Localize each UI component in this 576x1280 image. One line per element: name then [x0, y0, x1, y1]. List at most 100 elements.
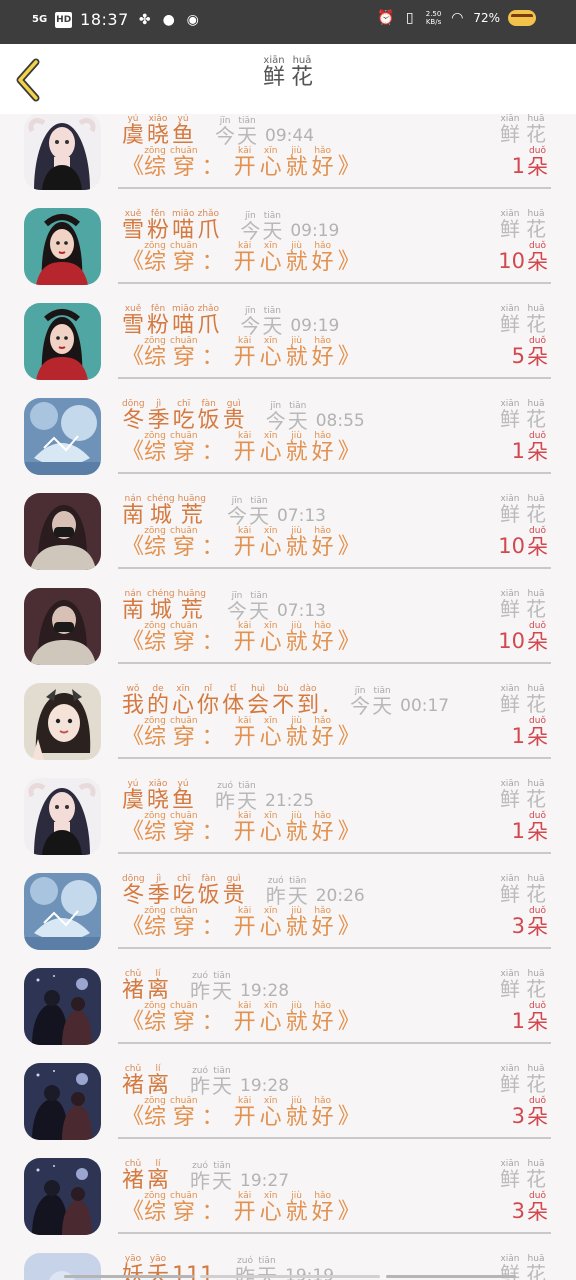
message-char: chuān 穿 [170, 811, 198, 844]
gift-row[interactable]: wǒ 我 de 的 xīn 心 nǐ 你 tǐ 体 huì 会 bù 不 dào 到 . jīn 今 tiān 天 00… [0, 664, 576, 760]
name-char: huāng 荒 [178, 494, 206, 527]
flower-count: 3 duǒ 朵 [512, 906, 548, 938]
duo-unit: duǒ 朵 [527, 431, 548, 463]
avatar[interactable] [24, 1063, 101, 1140]
flower-char: xiān 鲜 [500, 684, 520, 715]
hanzi: 鲜 [500, 692, 520, 716]
hanzi: 鲜 [500, 1072, 520, 1096]
hanzi: 今 [226, 599, 247, 624]
hanzi: 花 [526, 502, 546, 526]
sender-name: wǒ 我 de 的 xīn 心 nǐ 你 tǐ 体 huì 会 bù 不 dào 到 . [122, 684, 332, 717]
avatar[interactable] [24, 683, 101, 760]
hanzi: 花 [526, 1072, 546, 1096]
avatar[interactable] [24, 208, 101, 285]
avatar[interactable] [24, 1158, 101, 1235]
hanzi: ： [201, 820, 224, 845]
hanzi: ： [201, 345, 224, 370]
gift-row[interactable]: dōng 冬 jì 季 chī 吃 fàn 饭 guì 贵 zuó 昨 tiān 天 20:26 《 zōng 综… [0, 854, 576, 950]
flower-count: 10 duǒ 朵 [498, 526, 548, 558]
gift-row[interactable]: nán 南 chéng 城 huāng 荒 jīn 今 tiān 天 07:13 《 zōng 综 chuā… [0, 474, 576, 570]
message-char: jiù 就 [286, 336, 308, 369]
hanzi: 季 [147, 883, 170, 908]
hanzi: 鲜 [500, 217, 520, 241]
flower-count: 1 duǒ 朵 [512, 716, 548, 748]
gift-row[interactable]: chǔ 褚 lí 离 zuó 昨 tiān 天 19:28 《 zōng 综 chuān 穿 ： kāi 开 x… [0, 1044, 576, 1140]
chat-bubble-icon: ● [162, 11, 175, 28]
gift-row[interactable]: yú 虞 xiǎo 晓 yú 鱼 zuó 昨 tiān 天 21:25 《 zōng 综 chuān 穿 ： k… [0, 759, 576, 855]
duo-unit: duǒ 朵 [527, 811, 548, 843]
hanzi: 鲜 [500, 122, 520, 146]
count-value: 5 [511, 344, 525, 369]
message-char: jiù 就 [286, 1191, 308, 1224]
name-char: chǔ 褚 [122, 1064, 144, 1097]
flower-char: xiān 鲜 [500, 969, 520, 1000]
day-char: zuó 昨 [190, 1066, 210, 1097]
gift-row[interactable]: dōng 冬 jì 季 chī 吃 fàn 饭 guì 贵 jīn 今 tiān 天 08:55 《 zōng 综… [0, 379, 576, 475]
gift-row[interactable]: chǔ 褚 lí 离 zuó 昨 tiān 天 19:28 《 zōng 综 chuān 穿 ： kāi 开 x… [0, 949, 576, 1045]
hanzi: 喵 [172, 313, 195, 338]
avatar[interactable] [24, 588, 101, 665]
quote-open: 《 [122, 154, 145, 180]
sender-name: chǔ 褚 lí 离 [122, 969, 172, 1002]
hanzi: 褚 [122, 1168, 145, 1193]
app-notification-icon: ◉ [186, 11, 199, 28]
hanzi: 穿 [172, 1105, 195, 1130]
gift-row[interactable]: xuě 雪 fěn 粉 miāo 喵 zhǎo 爪 jīn 今 tiān 天 09:19 《 zōng 综 ch… [0, 284, 576, 380]
avatar[interactable] [24, 398, 101, 475]
nav-indicator-center[interactable] [200, 1275, 380, 1278]
hanzi: 朵 [527, 1200, 548, 1224]
gift-row[interactable]: chǔ 褚 lí 离 zuó 昨 tiān 天 19:27 《 zōng 综 chuān 穿 ： kāi 开 x… [0, 1139, 576, 1235]
hanzi: 朵 [527, 155, 548, 179]
gift-row[interactable]: xuě 雪 fěn 粉 miāo 喵 zhǎo 爪 jīn 今 tiān 天 09:19 《 zōng 综 ch… [0, 189, 576, 285]
gift-message: 《 zōng 综 chuān 穿 ： kāi 开 xīn 心 jiù 就 hǎo 好》 [122, 1191, 360, 1224]
gift-row[interactable]: nán 南 chéng 城 huāng 荒 jīn 今 tiān 天 07:13 《 zōng 综 chuā… [0, 569, 576, 665]
net-speed-value: 2.50 [425, 10, 442, 18]
day-char: zuó 昨 [190, 1161, 210, 1192]
hanzi: 朵 [527, 725, 548, 749]
gift-time: jīn 今 tiān 天 08:55 [266, 401, 365, 432]
hanzi: 褚 [122, 978, 145, 1003]
flower-count: 1 duǒ 朵 [512, 1001, 548, 1033]
hanzi: 鲜 [500, 407, 520, 431]
avatar[interactable] [24, 493, 101, 570]
hanzi: 昨 [190, 979, 211, 1004]
flower-char: xiān 鲜 [500, 304, 520, 335]
flower-char: xiān 鲜 [500, 114, 520, 145]
avatar[interactable] [24, 968, 101, 1045]
hanzi: 就 [285, 1105, 308, 1130]
hanzi: 昨 [215, 789, 236, 814]
nav-indicator-right [386, 1275, 516, 1278]
message-char: hǎo 好 [312, 241, 334, 274]
hanzi: 朵 [527, 1010, 548, 1034]
gift-row[interactable]: yú 虞 xiǎo 晓 yú 鱼 jīn 今 tiān 天 09:44 《 zōng 综 chuān 穿 ： k… [0, 114, 576, 190]
gift-header-line: chǔ 褚 lí 离 zuó 昨 tiān 天 19:28 [122, 969, 289, 1002]
flower-count: 5 duǒ 朵 [512, 336, 548, 368]
hanzi: 鲜 [500, 312, 520, 336]
day-char: tiān 天 [262, 306, 282, 337]
duo-unit: duǒ 朵 [527, 146, 548, 178]
name-char: xīn 心 [172, 684, 194, 717]
day-char: tiān 天 [249, 496, 269, 527]
message-char: xīn 心 [260, 526, 282, 559]
hanzi: 开 [233, 155, 256, 180]
gift-clock: 07:13 [276, 506, 326, 527]
avatar[interactable] [24, 114, 101, 190]
avatar[interactable] [24, 303, 101, 380]
quote-close: 》 [337, 249, 360, 275]
message-char: hǎo 好 [312, 621, 334, 654]
avatar[interactable] [24, 778, 101, 855]
name-char: jì 季 [148, 874, 170, 907]
hanzi: 好 [311, 1010, 334, 1035]
flower-label: xiān 鲜 huā 花 [500, 589, 546, 620]
hanzi: 心 [259, 1010, 282, 1035]
quote-close: 》 [337, 724, 360, 750]
hanzi: 就 [285, 1200, 308, 1225]
gift-list[interactable]: yú 虞 xiǎo 晓 yú 鱼 jīn 今 tiān 天 09:44 《 zōng 综 chuān 穿 ： k… [0, 114, 576, 1280]
gift-time: zuó 昨 tiān 天 20:26 [266, 876, 365, 907]
gift-header-line: dōng 冬 jì 季 chī 吃 fàn 饭 guì 贵 zuó 昨 tiān 天 20:26 [122, 874, 365, 907]
hanzi: ： [201, 535, 224, 560]
avatar[interactable] [24, 873, 101, 950]
name-char: fàn 饭 [198, 399, 220, 432]
message-char: kāi 开 [234, 906, 256, 939]
hanzi: 穿 [172, 440, 195, 465]
